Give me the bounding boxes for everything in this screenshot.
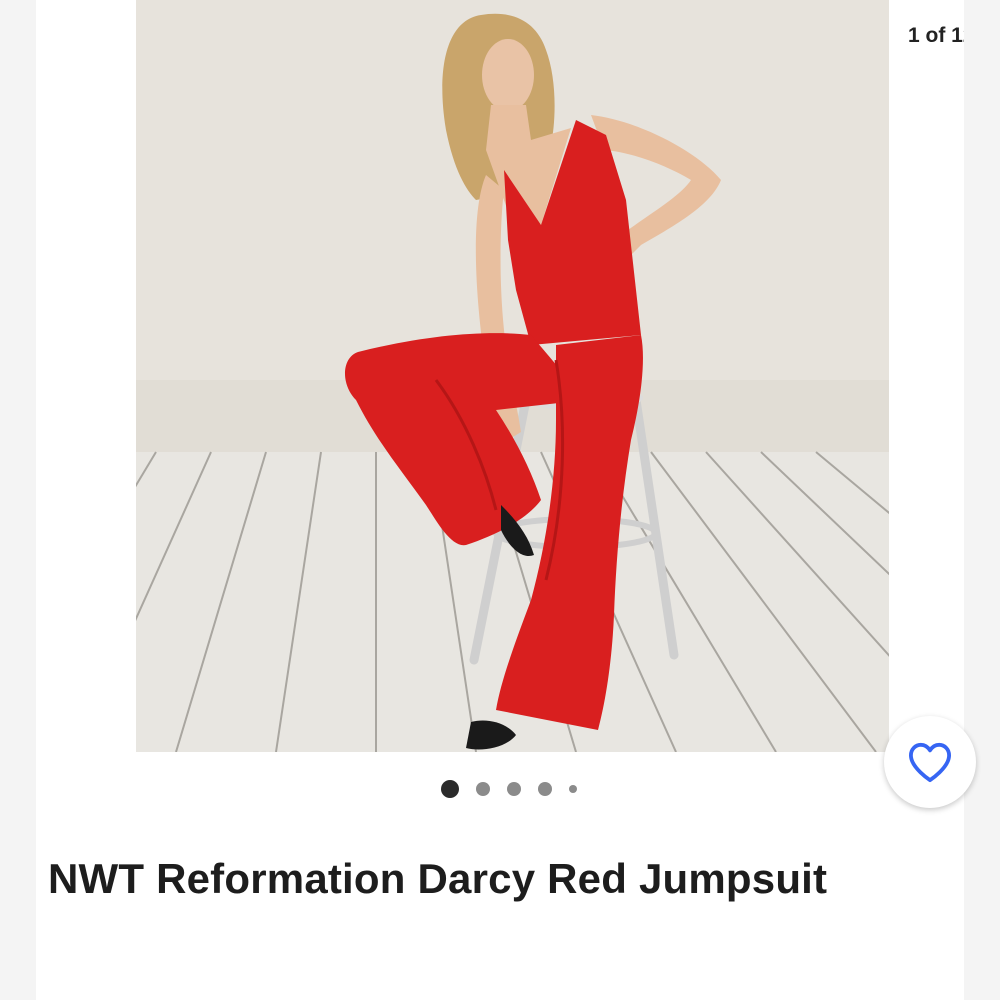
pagination-dot-1[interactable] <box>441 780 459 798</box>
pagination-dot-2[interactable] <box>476 782 490 796</box>
pagination-dot-4[interactable] <box>538 782 552 796</box>
listing-page: 1 of 12 NWT Reformation Darcy Red Jumpsu… <box>0 0 1000 1000</box>
pagination-dot-3[interactable] <box>507 782 521 796</box>
image-pagination-dots <box>0 778 1000 800</box>
image-gallery[interactable]: 1 of 12 <box>36 0 964 752</box>
listing-title: NWT Reformation Darcy Red Jumpsuit <box>48 855 828 902</box>
heart-outline-icon <box>909 742 951 783</box>
image-counter: 1 of 12 <box>890 18 964 54</box>
pagination-dot-5[interactable] <box>569 785 577 793</box>
product-photo[interactable] <box>136 0 889 752</box>
